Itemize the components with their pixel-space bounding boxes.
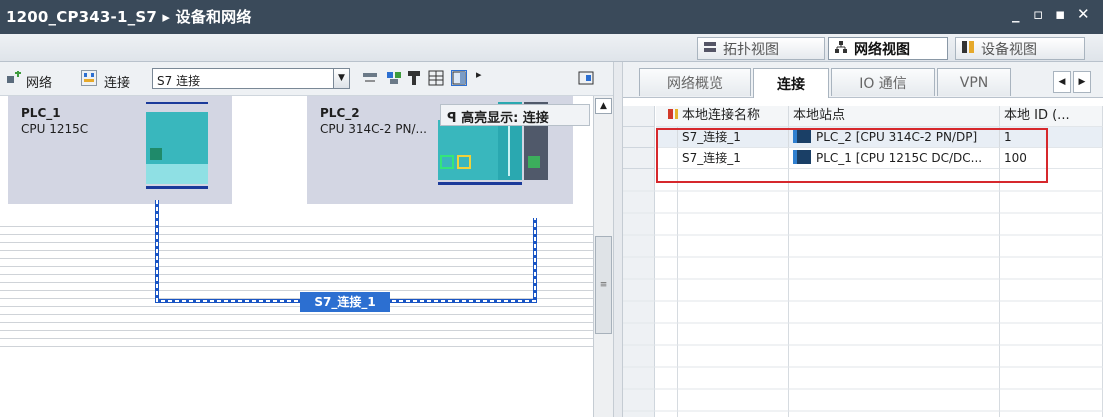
network-button[interactable]: 网络 [26, 72, 52, 91]
vertical-scrollbar[interactable]: ▲ ≡ [593, 96, 613, 417]
connection-type-select[interactable]: S7 连接 ▼ [152, 68, 350, 89]
connections-pane: 网络概览 连接 IO 通信 VPN ◀ ▶ 本地连接名称 本地站点 本地 ID … [623, 62, 1103, 417]
window-title: 1200_CP343-1_S7 ▸ 设备和网络 [6, 8, 252, 26]
highlight-red-box [656, 128, 1048, 183]
right-tab-bar: 网络概览 连接 IO 通信 VPN ◀ ▶ [623, 62, 1103, 98]
name-label-icon[interactable] [362, 70, 378, 86]
scroll-up-icon[interactable]: ▲ [595, 98, 612, 114]
network-view-label: 网络视图 [854, 41, 910, 58]
page-break-icon[interactable] [406, 70, 422, 86]
pin-icon: ꟼ [447, 111, 457, 126]
table-icon[interactable] [428, 70, 444, 86]
network-view-tab[interactable]: 网络视图 [828, 37, 948, 60]
column-header-id[interactable]: 本地 ID (... [1000, 106, 1103, 127]
scroll-thumb[interactable]: ≡ [595, 236, 612, 334]
view-switch-bar: 拓扑视图 网络视图 设备视图 [0, 34, 1103, 62]
close-button[interactable]: ✕ [1077, 5, 1090, 23]
tab-scroll-right-icon[interactable]: ▶ [1073, 71, 1091, 93]
column-header-station[interactable]: 本地站点 [789, 106, 1000, 127]
topology-view-tab[interactable]: 拓扑视图 [697, 37, 825, 60]
row-header [623, 148, 655, 169]
overview-toggle-icon[interactable] [578, 70, 594, 86]
network-icon [834, 40, 848, 58]
device-view-tab[interactable]: 设备视图 [955, 37, 1085, 60]
connection-type-value: S7 连接 [157, 74, 201, 88]
minimize-button[interactable]: _ [1012, 5, 1020, 23]
tab-network-overview[interactable]: 网络概览 [639, 68, 751, 96]
chevron-down-icon[interactable]: ▼ [333, 68, 350, 89]
s7-connection-line[interactable] [0, 96, 593, 417]
connect-icon [81, 70, 97, 86]
tab-scroll-left-icon[interactable]: ◀ [1053, 71, 1071, 93]
empty-row-lines [623, 190, 1103, 412]
network-toolbar: 网络 连接 S7 连接 ▼ ▸ [0, 62, 613, 96]
network-view-pane: 网络 连接 S7 连接 ▼ ▸ PLC_1 CPU 1215C PLC_2 CP… [0, 62, 613, 417]
topology-icon [703, 40, 717, 58]
tab-io-communication[interactable]: IO 通信 [831, 68, 935, 96]
restore-button[interactable]: ▫ [1033, 5, 1043, 23]
column-header-name[interactable]: 本地连接名称 [678, 106, 789, 127]
network-icon [6, 70, 22, 86]
connect-button[interactable]: 连接 [104, 72, 130, 91]
address-icon[interactable] [386, 70, 402, 86]
tab-connections[interactable]: 连接 [753, 68, 829, 98]
network-canvas[interactable]: PLC_1 CPU 1215C PLC_2 CPU 314C-2 PN/... [0, 96, 593, 417]
title-bar: 1200_CP343-1_S7 ▸ 设备和网络 _ ▫ ▪ ✕ [0, 0, 1103, 34]
highlight-text: 高亮显示: 连接 [461, 111, 549, 126]
device-icon [961, 40, 975, 58]
topology-view-label: 拓扑视图 [723, 41, 779, 58]
tia-portal-window: 1200_CP343-1_S7 ▸ 设备和网络 _ ▫ ▪ ✕ 拓扑视图 网络视… [0, 0, 1103, 417]
row-header [623, 106, 655, 127]
tab-vpn[interactable]: VPN [937, 68, 1011, 96]
highlight-tooltip: ꟼ 高亮显示: 连接 [440, 104, 590, 126]
more-arrow-icon[interactable]: ▸ [476, 68, 482, 81]
row-header [623, 127, 655, 148]
maximize-button[interactable]: ▪ [1055, 5, 1065, 23]
pane-splitter[interactable] [613, 62, 623, 417]
connection-label[interactable]: S7_连接_1 [300, 292, 390, 312]
device-view-label: 设备视图 [981, 41, 1037, 58]
split-view-icon[interactable] [451, 70, 467, 86]
